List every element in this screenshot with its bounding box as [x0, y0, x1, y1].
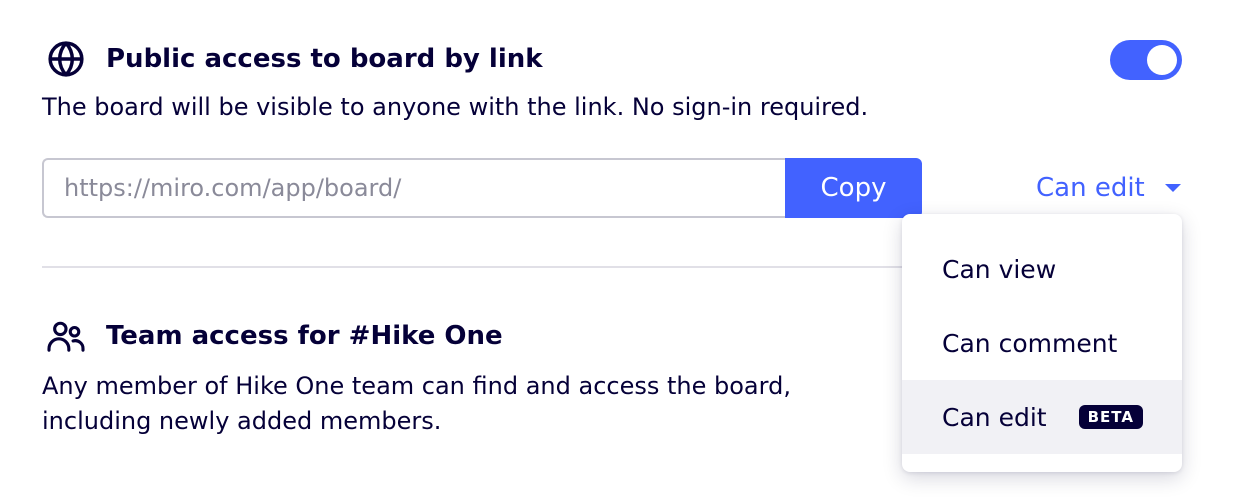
permission-select-value: Can edit	[1036, 173, 1145, 203]
menu-item-label: Can edit	[942, 402, 1047, 432]
team-access-description: Any member of Hike One team can find and…	[42, 372, 791, 435]
board-link-input[interactable]	[42, 158, 785, 218]
public-access-toggle[interactable]	[1110, 40, 1182, 80]
users-icon	[46, 316, 86, 356]
public-access-description: The board will be visible to anyone with…	[42, 93, 869, 121]
permission-dropdown-menu: Can view Can comment Can edit BETA	[902, 214, 1182, 472]
public-access-header: Public access to board by link	[46, 38, 543, 80]
caret-down-icon	[1164, 184, 1181, 192]
menu-item-can-edit[interactable]: Can edit BETA	[902, 380, 1182, 454]
menu-item-label: Can comment	[942, 328, 1118, 358]
menu-item-can-view[interactable]: Can view	[902, 232, 1182, 306]
menu-item-can-comment[interactable]: Can comment	[902, 306, 1182, 380]
toggle-knob	[1147, 45, 1177, 75]
share-settings-panel: Public access to board by link The board…	[0, 0, 1260, 504]
menu-item-label: Can view	[942, 254, 1057, 284]
public-access-title: Public access to board by link	[106, 44, 543, 74]
section-divider	[42, 266, 922, 268]
board-link-row: Copy	[42, 158, 922, 218]
team-access-header: Team access for #Hike One	[46, 315, 503, 357]
permission-select[interactable]: Can edit	[1036, 168, 1181, 208]
beta-badge: BETA	[1078, 405, 1143, 429]
team-access-title: Team access for #Hike One	[106, 321, 503, 351]
globe-icon	[46, 39, 86, 79]
copy-link-button[interactable]: Copy	[785, 158, 922, 218]
